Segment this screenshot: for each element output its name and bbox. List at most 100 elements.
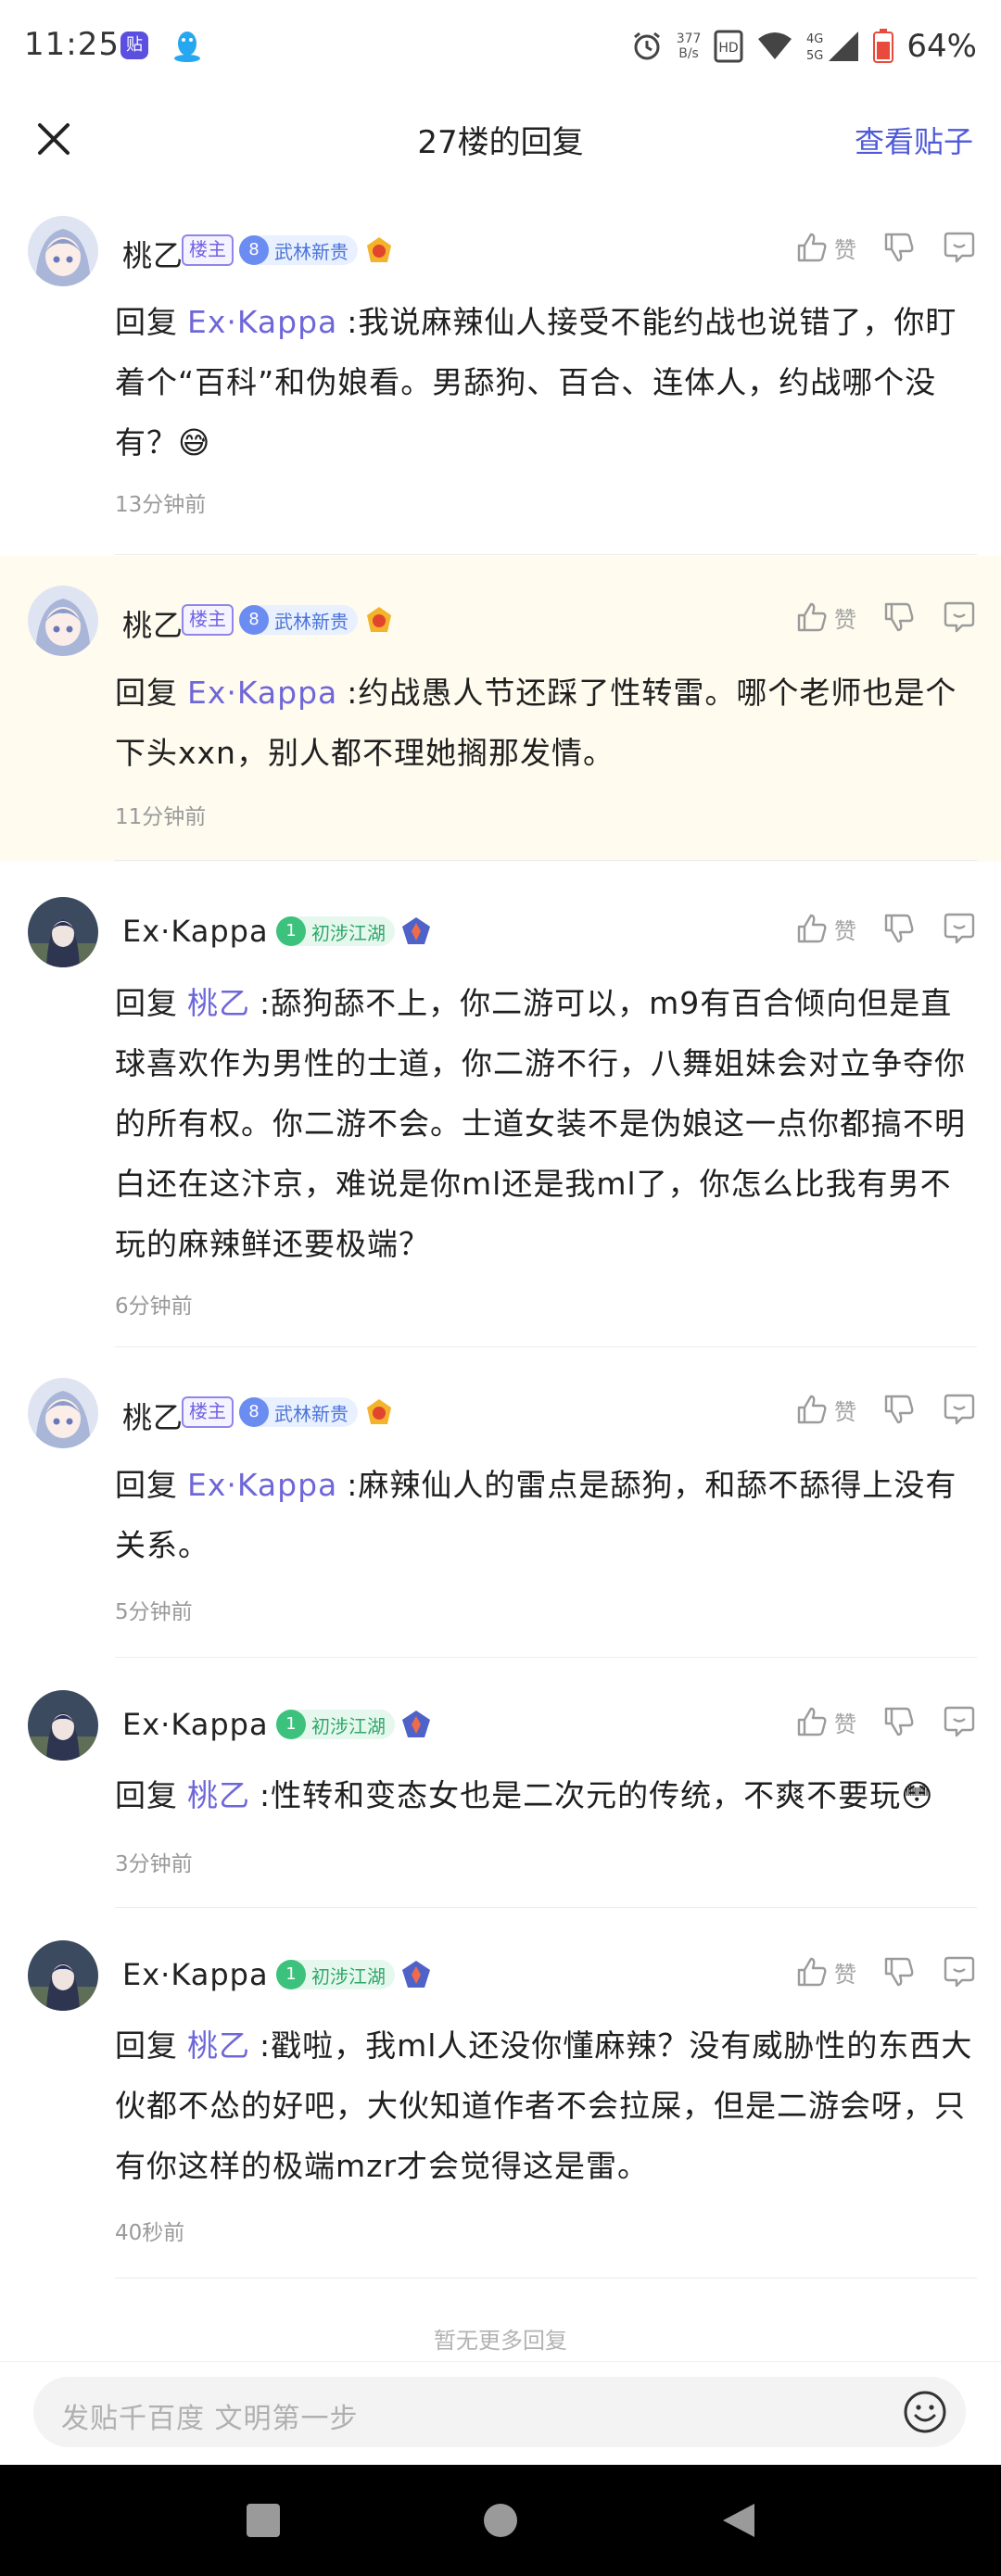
recent-apps-button[interactable] [241, 2498, 285, 2543]
emoji-icon[interactable] [901, 2388, 949, 2436]
like-button[interactable]: 赞 [795, 912, 856, 945]
emblem-icon [402, 917, 430, 944]
like-label: 赞 [834, 606, 856, 633]
comment-button[interactable] [942, 1955, 977, 1989]
like-label: 赞 [834, 917, 856, 944]
like-icon [797, 914, 827, 943]
reply-input-bar: 发贴千百度 文明第一步 [0, 2361, 1001, 2464]
dislike-button[interactable] [882, 1393, 916, 1426]
avatar[interactable] [28, 1690, 98, 1761]
username[interactable]: 桃乙 [122, 233, 184, 275]
dislike-icon[interactable] [882, 600, 916, 634]
level-badge: 1 初涉江湖 [276, 1710, 395, 1739]
comment-button[interactable] [942, 1705, 977, 1738]
dislike-icon[interactable] [882, 231, 916, 264]
reply-target-user[interactable]: 桃乙 [187, 985, 250, 1021]
comment-icon[interactable] [942, 1393, 977, 1426]
reply-target-user[interactable]: Ex·Kappa [187, 675, 337, 711]
comment-button[interactable] [942, 600, 977, 634]
comment-icon[interactable] [942, 1955, 977, 1989]
like-button[interactable]: 赞 [795, 1705, 856, 1738]
reply-keyword: 回复 [115, 985, 178, 1021]
username[interactable]: Ex·Kappa [122, 1707, 269, 1742]
hd-icon: HD [714, 30, 743, 63]
like-button[interactable]: 赞 [795, 1393, 856, 1426]
level-title: 初涉江湖 [311, 1964, 386, 1988]
dislike-icon[interactable] [882, 912, 916, 945]
comment-icon[interactable] [942, 600, 977, 634]
no-more-replies: 暂无更多回复 [434, 2328, 567, 2354]
username[interactable]: 桃乙 [122, 1395, 184, 1437]
reply-keyword: 回复 [115, 1467, 178, 1503]
like-button[interactable]: 赞 [795, 1955, 856, 1989]
back-button[interactable] [716, 2498, 760, 2543]
level-title: 初涉江湖 [311, 1714, 386, 1737]
status-bar: 11:25 贴 377 B/s HD 4G 5G 64% [0, 0, 1001, 93]
like-label: 赞 [834, 1711, 856, 1737]
reply-target-user[interactable]: 桃乙 [187, 2027, 250, 2064]
like-icon [797, 1395, 827, 1424]
cellular-signal-icon: 4G 5G [806, 32, 859, 63]
username[interactable]: 桃乙 [122, 602, 184, 645]
level-badge: 8 武林新贵 [239, 605, 358, 635]
like-button[interactable]: 赞 [795, 600, 856, 634]
divider [115, 2278, 977, 2279]
reply-target-user[interactable]: Ex·Kappa [187, 1467, 337, 1503]
dislike-button[interactable] [882, 1955, 916, 1989]
clock: 11:25 [24, 26, 120, 63]
dislike-icon[interactable] [882, 1705, 916, 1738]
avatar[interactable] [28, 586, 98, 656]
svg-text:HD: HD [719, 41, 739, 56]
dislike-button[interactable] [882, 600, 916, 634]
dislike-icon[interactable] [882, 1955, 916, 1989]
reply-content: 回复 Ex·Kappa:麻辣仙人的雷点是舔狗，和舔不舔得上没有关系。 [115, 1455, 977, 1575]
reply-actions: 赞 [795, 1955, 977, 1989]
avatar[interactable] [28, 1940, 98, 2011]
home-button[interactable] [478, 2498, 523, 2543]
reply-item: 桃乙 楼主 8 武林新贵 赞回复 Ex·Kappa:麻辣仙人的雷点是舔狗，和舔不舔得上没有… [0, 1348, 1001, 1659]
user-badges: 楼主 8 武林新贵 [182, 604, 395, 636]
avatar[interactable] [28, 897, 98, 967]
reply-time: 5分钟前 [115, 1600, 193, 1624]
comment-button[interactable] [942, 912, 977, 945]
dislike-button[interactable] [882, 912, 916, 945]
avatar[interactable] [28, 1378, 98, 1448]
reply-input[interactable]: 发贴千百度 文明第一步 [33, 2377, 966, 2447]
reply-content: 回复 桃乙:性转和变态女也是二次元的传统，不爽不要玩😳 [115, 1765, 977, 1825]
reply-actions: 赞 [795, 912, 977, 945]
reply-target-user[interactable]: Ex·Kappa [187, 304, 337, 340]
reply-time: 11分钟前 [115, 805, 207, 829]
battery-icon [873, 29, 894, 63]
username[interactable]: Ex·Kappa [122, 1957, 269, 1992]
reply-target-user[interactable]: 桃乙 [187, 1777, 250, 1813]
avatar[interactable] [28, 216, 98, 286]
user-badges: 1 初涉江湖 [276, 1709, 432, 1740]
net-speed-value: 377 [676, 32, 702, 46]
comment-button[interactable] [942, 1393, 977, 1426]
svg-text:5G: 5G [806, 49, 823, 63]
reply-content: 回复 Ex·Kappa:我说麻辣仙人接受不能约战也说错了，你盯着个“百科”和伪娘看… [115, 292, 977, 473]
level-badge: 8 武林新贵 [239, 1397, 358, 1427]
user-badges: 楼主 8 武林新贵 [182, 234, 395, 266]
view-post-link[interactable]: 查看贴子 [855, 119, 973, 161]
like-button[interactable]: 赞 [795, 231, 856, 264]
user-badges: 1 初涉江湖 [276, 915, 432, 947]
comment-icon[interactable] [942, 231, 977, 264]
reply-actions: 赞 [795, 1393, 977, 1426]
level-number: 1 [276, 1710, 306, 1739]
username[interactable]: Ex·Kappa [122, 914, 269, 949]
svg-text:4G: 4G [806, 32, 823, 46]
reply-item: 桃乙 楼主 8 武林新贵 赞回复 Ex·Kappa:我说麻辣仙人接受不能约战也说错了，你盯… [0, 190, 1001, 556]
reply-keyword: 回复 [115, 2027, 178, 2064]
like-icon [797, 1957, 827, 1987]
dislike-button[interactable] [882, 231, 916, 264]
comment-icon[interactable] [942, 1705, 977, 1738]
comment-icon[interactable] [942, 912, 977, 945]
title-bar: 27楼的回复 查看贴子 [0, 93, 1001, 185]
dislike-button[interactable] [882, 1705, 916, 1738]
like-label: 赞 [834, 236, 856, 263]
comment-button[interactable] [942, 231, 977, 264]
qq-penguin-icon [174, 32, 200, 62]
emblem-icon [367, 607, 391, 632]
dislike-icon[interactable] [882, 1393, 916, 1426]
